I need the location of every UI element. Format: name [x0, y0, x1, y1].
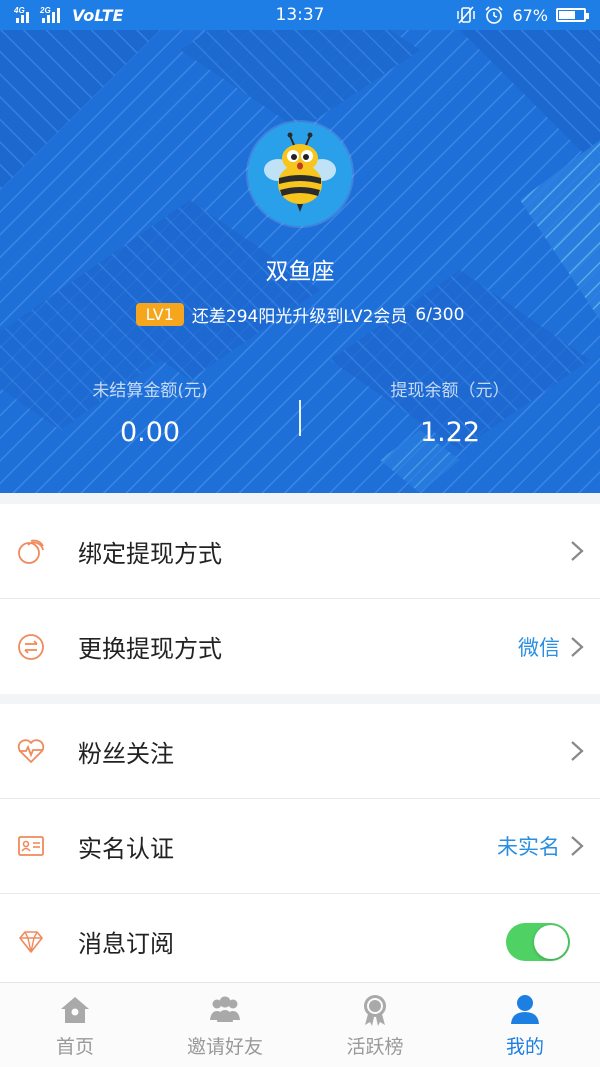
unsettled-label: 未结算金额(元): [92, 381, 208, 401]
message-subscribe-toggle[interactable]: [506, 922, 570, 961]
menu-item-real-name[interactable]: 实名认证 未实名: [0, 799, 600, 894]
account-settings-section: 粉丝关注 实名认证 未实名 消息订阅: [0, 704, 600, 989]
unsettled-value: 0.00: [119, 417, 181, 448]
menu-item-bind-withdraw[interactable]: 绑定提现方式: [0, 504, 600, 599]
menu-item-label: 实名认证: [78, 834, 174, 863]
menu-item-value: 微信: [518, 635, 560, 660]
people-icon: [210, 996, 240, 1022]
menu-item-label: 绑定提现方式: [78, 539, 222, 568]
toggle-knob: [534, 924, 568, 959]
volte-label: VoLTE: [72, 5, 124, 25]
app-screen: 4G 2G VoLTE 13:37 67% 双鱼座 LV1 还差294阳光升级到…: [0, 0, 600, 1067]
chevron-right-icon: [571, 741, 584, 761]
tab-label: 我的: [505, 1035, 544, 1058]
unsettled-amount-stat[interactable]: 未结算金额(元) 0.00: [0, 376, 300, 448]
battery-icon: [556, 8, 589, 22]
bottom-tab-bar: 首页 邀请好友 活跃榜 我的: [0, 982, 600, 1067]
exchange-icon: [16, 632, 46, 662]
coins-icon: [16, 536, 46, 566]
vibrate-icon: [457, 6, 476, 24]
svg-text:2G: 2G: [39, 6, 51, 15]
tab-invite-friends[interactable]: 邀请好友: [150, 983, 300, 1067]
diamond-icon: [16, 927, 46, 957]
level-badge: LV1: [135, 303, 184, 326]
network-indicators: 4G 2G VoLTE: [14, 5, 124, 25]
tab-label: 活跃榜: [346, 1035, 404, 1058]
chevron-right-icon: [571, 636, 584, 657]
heart-pulse-icon: [16, 736, 46, 766]
chevron-right-icon: [571, 541, 584, 561]
svg-text:4G: 4G: [14, 6, 25, 15]
menu-item-label: 粉丝关注: [78, 739, 174, 768]
level-row: LV1 还差294阳光升级到LV2会员 6/300: [0, 302, 600, 327]
tab-label: 首页: [55, 1035, 94, 1058]
tab-mine[interactable]: 我的: [450, 983, 600, 1067]
tab-activity-rank[interactable]: 活跃榜: [300, 983, 450, 1067]
username: 双鱼座: [265, 259, 335, 285]
level-upgrade-text: 还差294阳光升级到LV2会员: [191, 307, 408, 327]
tab-label: 邀请好友: [186, 1035, 263, 1058]
withdrawable-value: 1.22: [419, 417, 481, 448]
level-progress: 6/300: [415, 304, 465, 325]
medal-icon: [364, 994, 386, 1026]
withdraw-settings-section: 绑定提现方式 更换提现方式 微信: [0, 504, 600, 694]
id-card-icon: [16, 831, 46, 861]
avatar[interactable]: [248, 122, 352, 226]
tab-home[interactable]: 首页: [0, 983, 150, 1067]
menu-item-label: 更换提现方式: [78, 635, 222, 663]
battery-percent: 67%: [512, 5, 548, 25]
menu-item-change-withdraw[interactable]: 更换提现方式 微信: [0, 599, 600, 694]
menu-item-value: 未实名: [497, 835, 560, 859]
menu-item-message-subscribe: 消息订阅: [0, 894, 600, 989]
signal-icon: 4G 2G: [14, 6, 60, 23]
bee-avatar-icon: [264, 132, 336, 212]
system-indicators: 67%: [456, 5, 589, 25]
withdrawable-label: 提现余额（元）: [390, 381, 510, 401]
menu-item-fans[interactable]: 粉丝关注: [0, 704, 600, 799]
home-icon: [61, 996, 89, 1023]
withdrawable-balance-stat[interactable]: 提现余额（元） 1.22: [300, 376, 600, 448]
profile-header: 双鱼座 LV1 还差294阳光升级到LV2会员 6/300 未结算金额(元) 0…: [0, 30, 600, 493]
chevron-right-icon: [571, 836, 584, 856]
status-bar: 4G 2G VoLTE 13:37 67%: [0, 0, 600, 30]
menu-item-label: 消息订阅: [78, 930, 174, 958]
alarm-icon: [485, 6, 504, 24]
person-icon: [511, 994, 539, 1024]
